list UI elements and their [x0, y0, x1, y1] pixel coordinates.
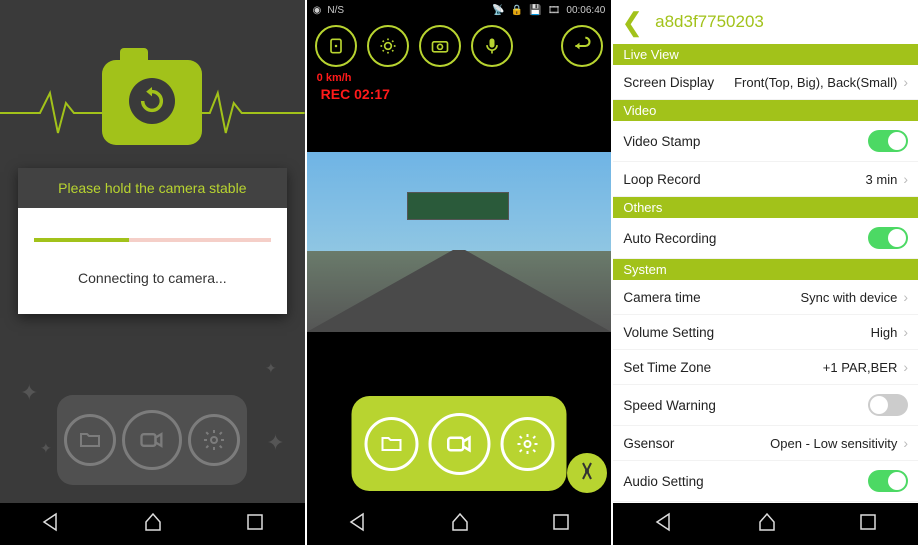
film-icon: 🎞 — [548, 5, 561, 16]
top-toolbar — [307, 20, 612, 72]
row-label: Gsensor — [623, 436, 770, 451]
row-label: Audio Setting — [623, 474, 868, 489]
speed-label: 0 km/h — [317, 72, 352, 84]
settings-row[interactable]: Set Time Zone+1 PAR,BER › — [613, 350, 918, 385]
nav-home-icon[interactable] — [142, 511, 164, 538]
settings-list[interactable]: Live ViewScreen DisplayFront(Top, Big), … — [613, 44, 918, 543]
video-camera-icon[interactable] — [428, 413, 490, 475]
nav-home-icon[interactable] — [449, 511, 471, 538]
row-label: Volume Setting — [623, 325, 870, 340]
nav-back-icon[interactable] — [347, 511, 369, 538]
video-camera-icon[interactable] — [122, 410, 182, 470]
section-header: Video — [613, 100, 918, 121]
duration-label: 00:06:40 — [566, 5, 605, 16]
gear-icon[interactable] — [188, 414, 240, 466]
nav-home-icon[interactable] — [756, 511, 778, 538]
toggle-switch[interactable] — [868, 227, 908, 249]
map-pin-icon[interactable] — [567, 453, 607, 493]
section-header: Live View — [613, 44, 918, 65]
back-icon[interactable] — [561, 25, 603, 67]
brightness-icon[interactable] — [367, 25, 409, 67]
settings-row[interactable]: Loop Record3 min › — [613, 162, 918, 197]
android-navbar — [613, 503, 918, 545]
lock-icon: 🔒 — [511, 5, 523, 16]
dialog-message: Connecting to camera... — [34, 270, 271, 286]
chevron-right-icon: › — [903, 359, 908, 375]
settings-row[interactable]: Camera timeSync with device › — [613, 280, 918, 315]
compass-icon: ◉ — [313, 5, 322, 16]
screen-connecting: ✦ ✦ ✦ ✦ Please hold the camera stable Co… — [0, 0, 305, 545]
row-value: Open - Low sensitivity — [770, 436, 897, 451]
row-value: 3 min — [866, 172, 898, 187]
screen-settings: ❮ a8d3f7750203 Live ViewScreen DisplayFr… — [613, 0, 918, 545]
row-label: Set Time Zone — [623, 360, 822, 375]
section-header: System — [613, 259, 918, 280]
bottom-action-panel — [57, 395, 247, 485]
back-icon[interactable]: ❮ — [621, 7, 643, 38]
nav-recent-icon[interactable] — [551, 512, 571, 537]
row-label: Screen Display — [623, 75, 734, 90]
settings-row[interactable]: Screen DisplayFront(Top, Big), Back(Smal… — [613, 65, 918, 100]
settings-row[interactable]: Video Stamp — [613, 121, 918, 162]
chevron-right-icon: › — [903, 435, 908, 451]
settings-header: ❮ a8d3f7750203 — [613, 0, 918, 44]
gear-icon[interactable] — [500, 417, 554, 471]
folder-icon[interactable] — [364, 417, 418, 471]
nav-recent-icon[interactable] — [858, 512, 878, 537]
android-navbar — [307, 503, 612, 545]
rec-label: REC 02:17 — [321, 86, 390, 102]
connecting-dialog: Please hold the camera stable Connecting… — [18, 168, 287, 314]
status-bar: ◉ N/S 📡 🔒 💾 🎞 00:06:40 — [307, 0, 612, 20]
screen-liveview: ◉ N/S 📡 🔒 💾 🎞 00:06:40 0 km/h REC 02:17 — [307, 0, 612, 545]
mic-icon[interactable] — [471, 25, 513, 67]
row-label: Speed Warning — [623, 398, 868, 413]
section-header: Others — [613, 197, 918, 218]
progress-bar — [34, 238, 271, 242]
page-title: a8d3f7750203 — [655, 12, 764, 32]
live-video — [307, 152, 612, 332]
toggle-switch[interactable] — [868, 394, 908, 416]
settings-row[interactable]: GsensorOpen - Low sensitivity › — [613, 426, 918, 461]
row-value: Front(Top, Big), Back(Small) — [734, 75, 897, 90]
nav-recent-icon[interactable] — [245, 512, 265, 537]
toggle-switch[interactable] — [868, 130, 908, 152]
gps-icon: 📡 — [492, 5, 504, 16]
row-label: Loop Record — [623, 172, 865, 187]
row-value: High — [871, 325, 898, 340]
row-value: +1 PAR,BER — [823, 360, 898, 375]
camera-logo-icon — [102, 60, 202, 145]
toggle-switch[interactable] — [868, 470, 908, 492]
bottom-action-panel — [352, 396, 567, 491]
road — [307, 250, 612, 332]
capture-icon[interactable] — [419, 25, 461, 67]
dialog-title: Please hold the camera stable — [18, 168, 287, 208]
chevron-right-icon: › — [903, 171, 908, 187]
folder-icon[interactable] — [64, 414, 116, 466]
row-label: Auto Recording — [623, 231, 868, 246]
settings-row[interactable]: Auto Recording — [613, 218, 918, 259]
row-label: Video Stamp — [623, 134, 868, 149]
settings-row[interactable]: Volume SettingHigh › — [613, 315, 918, 350]
compass-label: N/S — [327, 5, 344, 16]
sd-icon: 💾 — [529, 5, 541, 16]
row-value: Sync with device — [801, 290, 898, 305]
road-sign — [407, 192, 509, 220]
switch-camera-icon[interactable] — [315, 25, 357, 67]
settings-row[interactable]: Audio Setting — [613, 461, 918, 502]
chevron-right-icon: › — [903, 324, 908, 340]
android-navbar — [0, 503, 305, 545]
settings-row[interactable]: Speed Warning — [613, 385, 918, 426]
nav-back-icon[interactable] — [653, 511, 675, 538]
nav-back-icon[interactable] — [40, 511, 62, 538]
row-label: Camera time — [623, 290, 800, 305]
chevron-right-icon: › — [903, 289, 908, 305]
chevron-right-icon: › — [903, 74, 908, 90]
